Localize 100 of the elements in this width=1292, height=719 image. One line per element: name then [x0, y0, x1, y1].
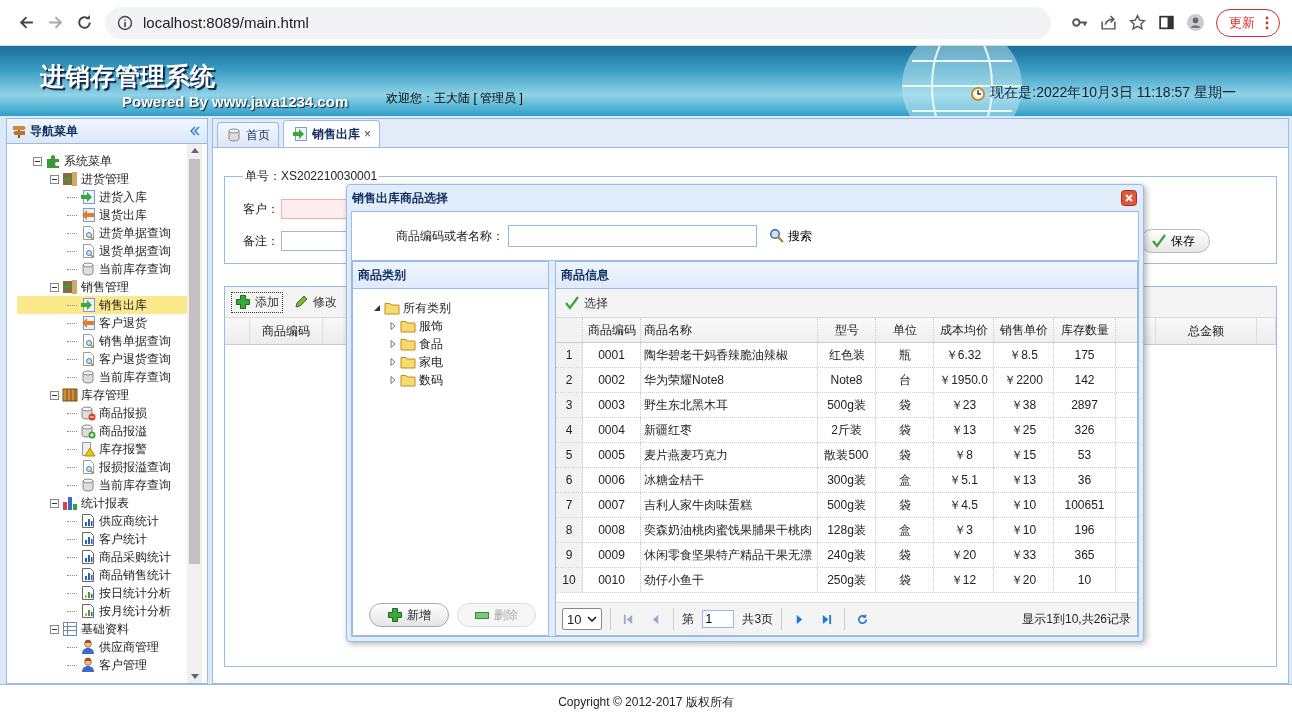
column-header: 商品名称 [641, 318, 818, 342]
row-number: 10 [556, 568, 583, 592]
table-cell: ￥20 [994, 568, 1054, 592]
row-number: 9 [556, 543, 583, 567]
page-count: 共3页 [742, 610, 774, 628]
table-cell: 0002 [583, 368, 641, 392]
table-cell: 红色装 [818, 343, 876, 367]
table-cell: 300g装 [818, 468, 876, 492]
table-cell: 0004 [583, 418, 641, 442]
field-label: 客户： [243, 200, 280, 218]
table-cell: 冰糖金桔干 [641, 468, 818, 492]
table-cell: ￥2200 [994, 368, 1054, 392]
table-cell: 新疆红枣 [641, 418, 818, 442]
table-cell: ￥15 [994, 443, 1054, 467]
table-cell: 36 [1054, 468, 1116, 492]
row-number: 1 [556, 343, 583, 367]
table-cell: 0010 [583, 568, 641, 592]
table-cell: 袋 [876, 443, 934, 467]
table-cell: 175 [1054, 343, 1116, 367]
table-cell: ￥5.1 [934, 468, 994, 492]
order-number: 单号：XS202210030001 [244, 168, 379, 185]
table-cell: 休闲零食坚果特产精品干果无漂 [641, 543, 818, 567]
field-label: 备注： [243, 232, 280, 250]
table-cell: 500g装 [818, 493, 876, 517]
table-cell: 2897 [1054, 393, 1116, 417]
table-cell: ￥10 [994, 493, 1054, 517]
table-cell: 散装500 [818, 443, 876, 467]
table-cell: 袋 [876, 493, 934, 517]
table-cell: 0006 [583, 468, 641, 492]
table-cell: ￥23 [934, 393, 994, 417]
row-number: 8 [556, 518, 583, 542]
table-cell: 台 [876, 368, 934, 392]
column-header: 商品编码 [250, 318, 323, 344]
column-header: 库存数量 [1054, 318, 1116, 342]
table-cell: 0001 [583, 343, 641, 367]
table-cell: 吉利人家牛肉味蛋糕 [641, 493, 818, 517]
table-cell: ￥3 [934, 518, 994, 542]
column-header: 型号 [818, 318, 876, 342]
row-number: 2 [556, 368, 583, 392]
table-cell: 0008 [583, 518, 641, 542]
table-cell: 袋 [876, 568, 934, 592]
dialog-title: 销售出库商品选择 [352, 189, 448, 207]
page-summary: 显示1到10,共26记录 [1022, 610, 1131, 628]
table-cell: 10 [1054, 568, 1116, 592]
table-cell: 53 [1054, 443, 1116, 467]
table-cell: 劲仔小鱼干 [641, 568, 818, 592]
table-cell: ￥20 [934, 543, 994, 567]
column-header: 成本均价 [934, 318, 994, 342]
row-number: 6 [556, 468, 583, 492]
column-header: 总金额 [1156, 318, 1257, 344]
table-cell: 0007 [583, 493, 641, 517]
table-cell: 250g装 [818, 568, 876, 592]
column-header: 销售单价 [994, 318, 1054, 342]
table-cell: 128g装 [818, 518, 876, 542]
table-cell: Note8 [818, 368, 876, 392]
table-cell: 华为荣耀Note8 [641, 368, 818, 392]
table-cell: 142 [1054, 368, 1116, 392]
table-cell: ￥8 [934, 443, 994, 467]
panel-title: 商品类别 [353, 262, 548, 289]
page-label: 第 [682, 610, 695, 628]
table-cell: ￥4.5 [934, 493, 994, 517]
table-cell: 袋 [876, 543, 934, 567]
copyright-text: Copyright © 2012-2017 版权所有 [558, 693, 734, 711]
column-header: 单位 [876, 318, 934, 342]
table-cell: 袋 [876, 418, 934, 442]
row-number: 4 [556, 418, 583, 442]
table-cell: 0005 [583, 443, 641, 467]
table-cell: 0009 [583, 543, 641, 567]
clock-text: 现在是:2022年10月3日 11:18:57 星期一 [990, 84, 1236, 102]
table-cell: 2斤装 [818, 418, 876, 442]
table-cell: 瓶 [876, 343, 934, 367]
table-cell: 240g装 [818, 543, 876, 567]
table-cell: 野生东北黑木耳 [641, 393, 818, 417]
table-cell: ￥25 [994, 418, 1054, 442]
table-cell: 盒 [876, 468, 934, 492]
table-cell: 麦片燕麦巧克力 [641, 443, 818, 467]
table-cell: 袋 [876, 393, 934, 417]
table-cell: 365 [1054, 543, 1116, 567]
sidebar-title: 导航菜单 [30, 122, 78, 140]
table-cell: 100651 [1054, 493, 1116, 517]
search-label: 商品编码或者名称： [396, 227, 504, 245]
table-cell: ￥13 [934, 418, 994, 442]
table-cell: ￥10 [994, 518, 1054, 542]
table-cell: ￥6.32 [934, 343, 994, 367]
table-cell: ￥12 [934, 568, 994, 592]
table-cell: 奕森奶油桃肉蜜饯果脯果干桃肉 [641, 518, 818, 542]
table-cell: 326 [1054, 418, 1116, 442]
column-header: 商品编码 [583, 318, 641, 342]
row-number: 5 [556, 443, 583, 467]
table-cell: 196 [1054, 518, 1116, 542]
panel-title: 商品信息 [556, 262, 1137, 289]
table-cell: ￥8.5 [994, 343, 1054, 367]
table-cell: ￥13 [994, 468, 1054, 492]
row-number: 7 [556, 493, 583, 517]
app-title: 进销存管理系统 [40, 61, 216, 92]
app-subtitle: Powered By www.java1234.com [122, 93, 349, 110]
table-cell: ￥38 [994, 393, 1054, 417]
table-cell: ￥1950.0 [934, 368, 994, 392]
table-cell: 0003 [583, 393, 641, 417]
row-number: 3 [556, 393, 583, 417]
